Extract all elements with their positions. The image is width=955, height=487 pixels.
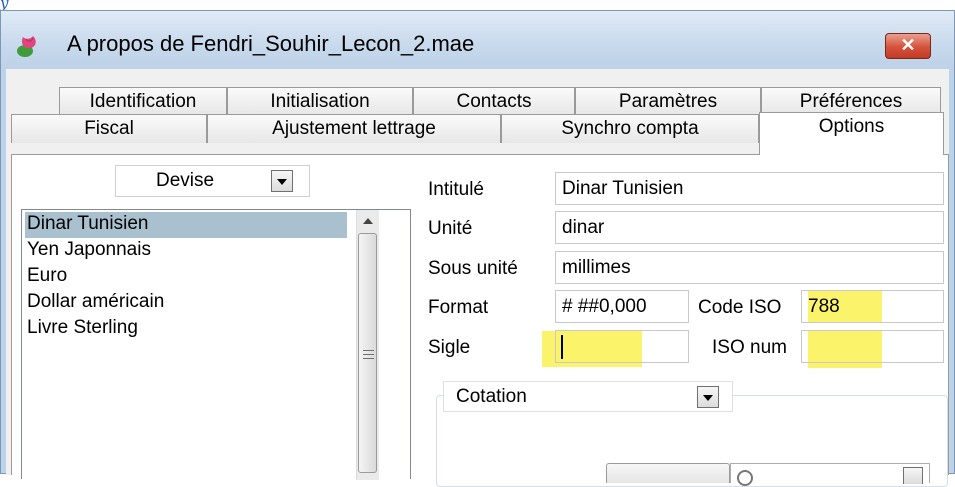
format-label: Format [428, 297, 489, 318]
chevron-down-icon[interactable] [271, 170, 293, 192]
list-scrollbar[interactable] [356, 210, 379, 480]
currency-list[interactable]: Dinar Tunisien Yen Japonnais Euro Dollar… [21, 209, 411, 480]
radio-icon [737, 470, 753, 486]
title-bar[interactable]: A propos de Fendri_Souhir_Lecon_2.mae ✕ [1, 11, 954, 69]
sigle-field[interactable] [555, 330, 689, 363]
code-iso-label: Code ISO [698, 297, 782, 318]
unite-field[interactable]: dinar [555, 211, 944, 244]
list-item[interactable]: Dollar américain [25, 290, 164, 316]
text-caret [561, 335, 563, 359]
iso-num-label: ISO num [712, 337, 787, 358]
tab-options[interactable]: Options [759, 112, 944, 155]
sigle-label: Sigle [428, 337, 471, 358]
cotation-select[interactable]: Cotation [443, 381, 733, 412]
about-dialog: A propos de Fendri_Souhir_Lecon_2.mae ✕ … [0, 10, 955, 487]
tab-contacts[interactable]: Contacts [413, 87, 575, 115]
chevron-down-icon[interactable] [903, 467, 923, 484]
tab-ajustement-lettrage[interactable]: Ajustement lettrage [207, 114, 501, 143]
scroll-thumb[interactable] [358, 233, 377, 473]
tab-synchro-compta[interactable]: Synchro compta [501, 114, 759, 143]
list-item[interactable]: Euro [25, 264, 67, 290]
close-button[interactable]: ✕ [885, 33, 931, 59]
sous-unite-field[interactable]: millimes [555, 251, 944, 284]
app-icon [17, 36, 36, 57]
cotation-select-value: Cotation [456, 386, 527, 407]
grip-icon [363, 350, 374, 360]
close-icon: ✕ [900, 35, 916, 55]
scroll-up-arrow-icon[interactable] [357, 210, 379, 232]
list-item[interactable]: Yen Japonnais [25, 238, 151, 264]
top-strip: y [0, 0, 955, 12]
iso-num-field[interactable] [801, 330, 944, 363]
list-item[interactable]: Livre Sterling [25, 316, 138, 342]
sous-unite-label: Sous unité [428, 258, 518, 279]
intitule-label: Intitulé [428, 179, 484, 200]
chevron-down-icon[interactable] [697, 386, 719, 408]
window-title: A propos de Fendri_Souhir_Lecon_2.mae [67, 31, 475, 56]
tab-fiscal[interactable]: Fiscal [11, 114, 207, 143]
code-iso-field[interactable]: 788 [801, 290, 944, 323]
dialog-body: Identification Initialisation Contacts P… [6, 69, 949, 487]
format-field[interactable]: # ##0,000 [555, 290, 689, 323]
devise-select-value: Devise [156, 170, 215, 191]
list-item[interactable]: Dinar Tunisien [25, 212, 347, 238]
tab-parametres[interactable]: Paramètres [575, 87, 761, 115]
options-panel: Devise Dinar Tunisien Yen Japonnais Euro… [11, 154, 949, 487]
tab-identification[interactable]: Identification [59, 87, 227, 115]
cut-off-button[interactable] [606, 463, 730, 483]
tab-initialisation[interactable]: Initialisation [227, 87, 413, 115]
tab-preferences[interactable]: Préférences [761, 87, 941, 115]
unite-label: Unité [428, 218, 473, 239]
intitule-field[interactable]: Dinar Tunisien [555, 172, 944, 205]
cut-off-select[interactable] [730, 463, 930, 486]
devise-select[interactable]: Devise [115, 165, 310, 197]
